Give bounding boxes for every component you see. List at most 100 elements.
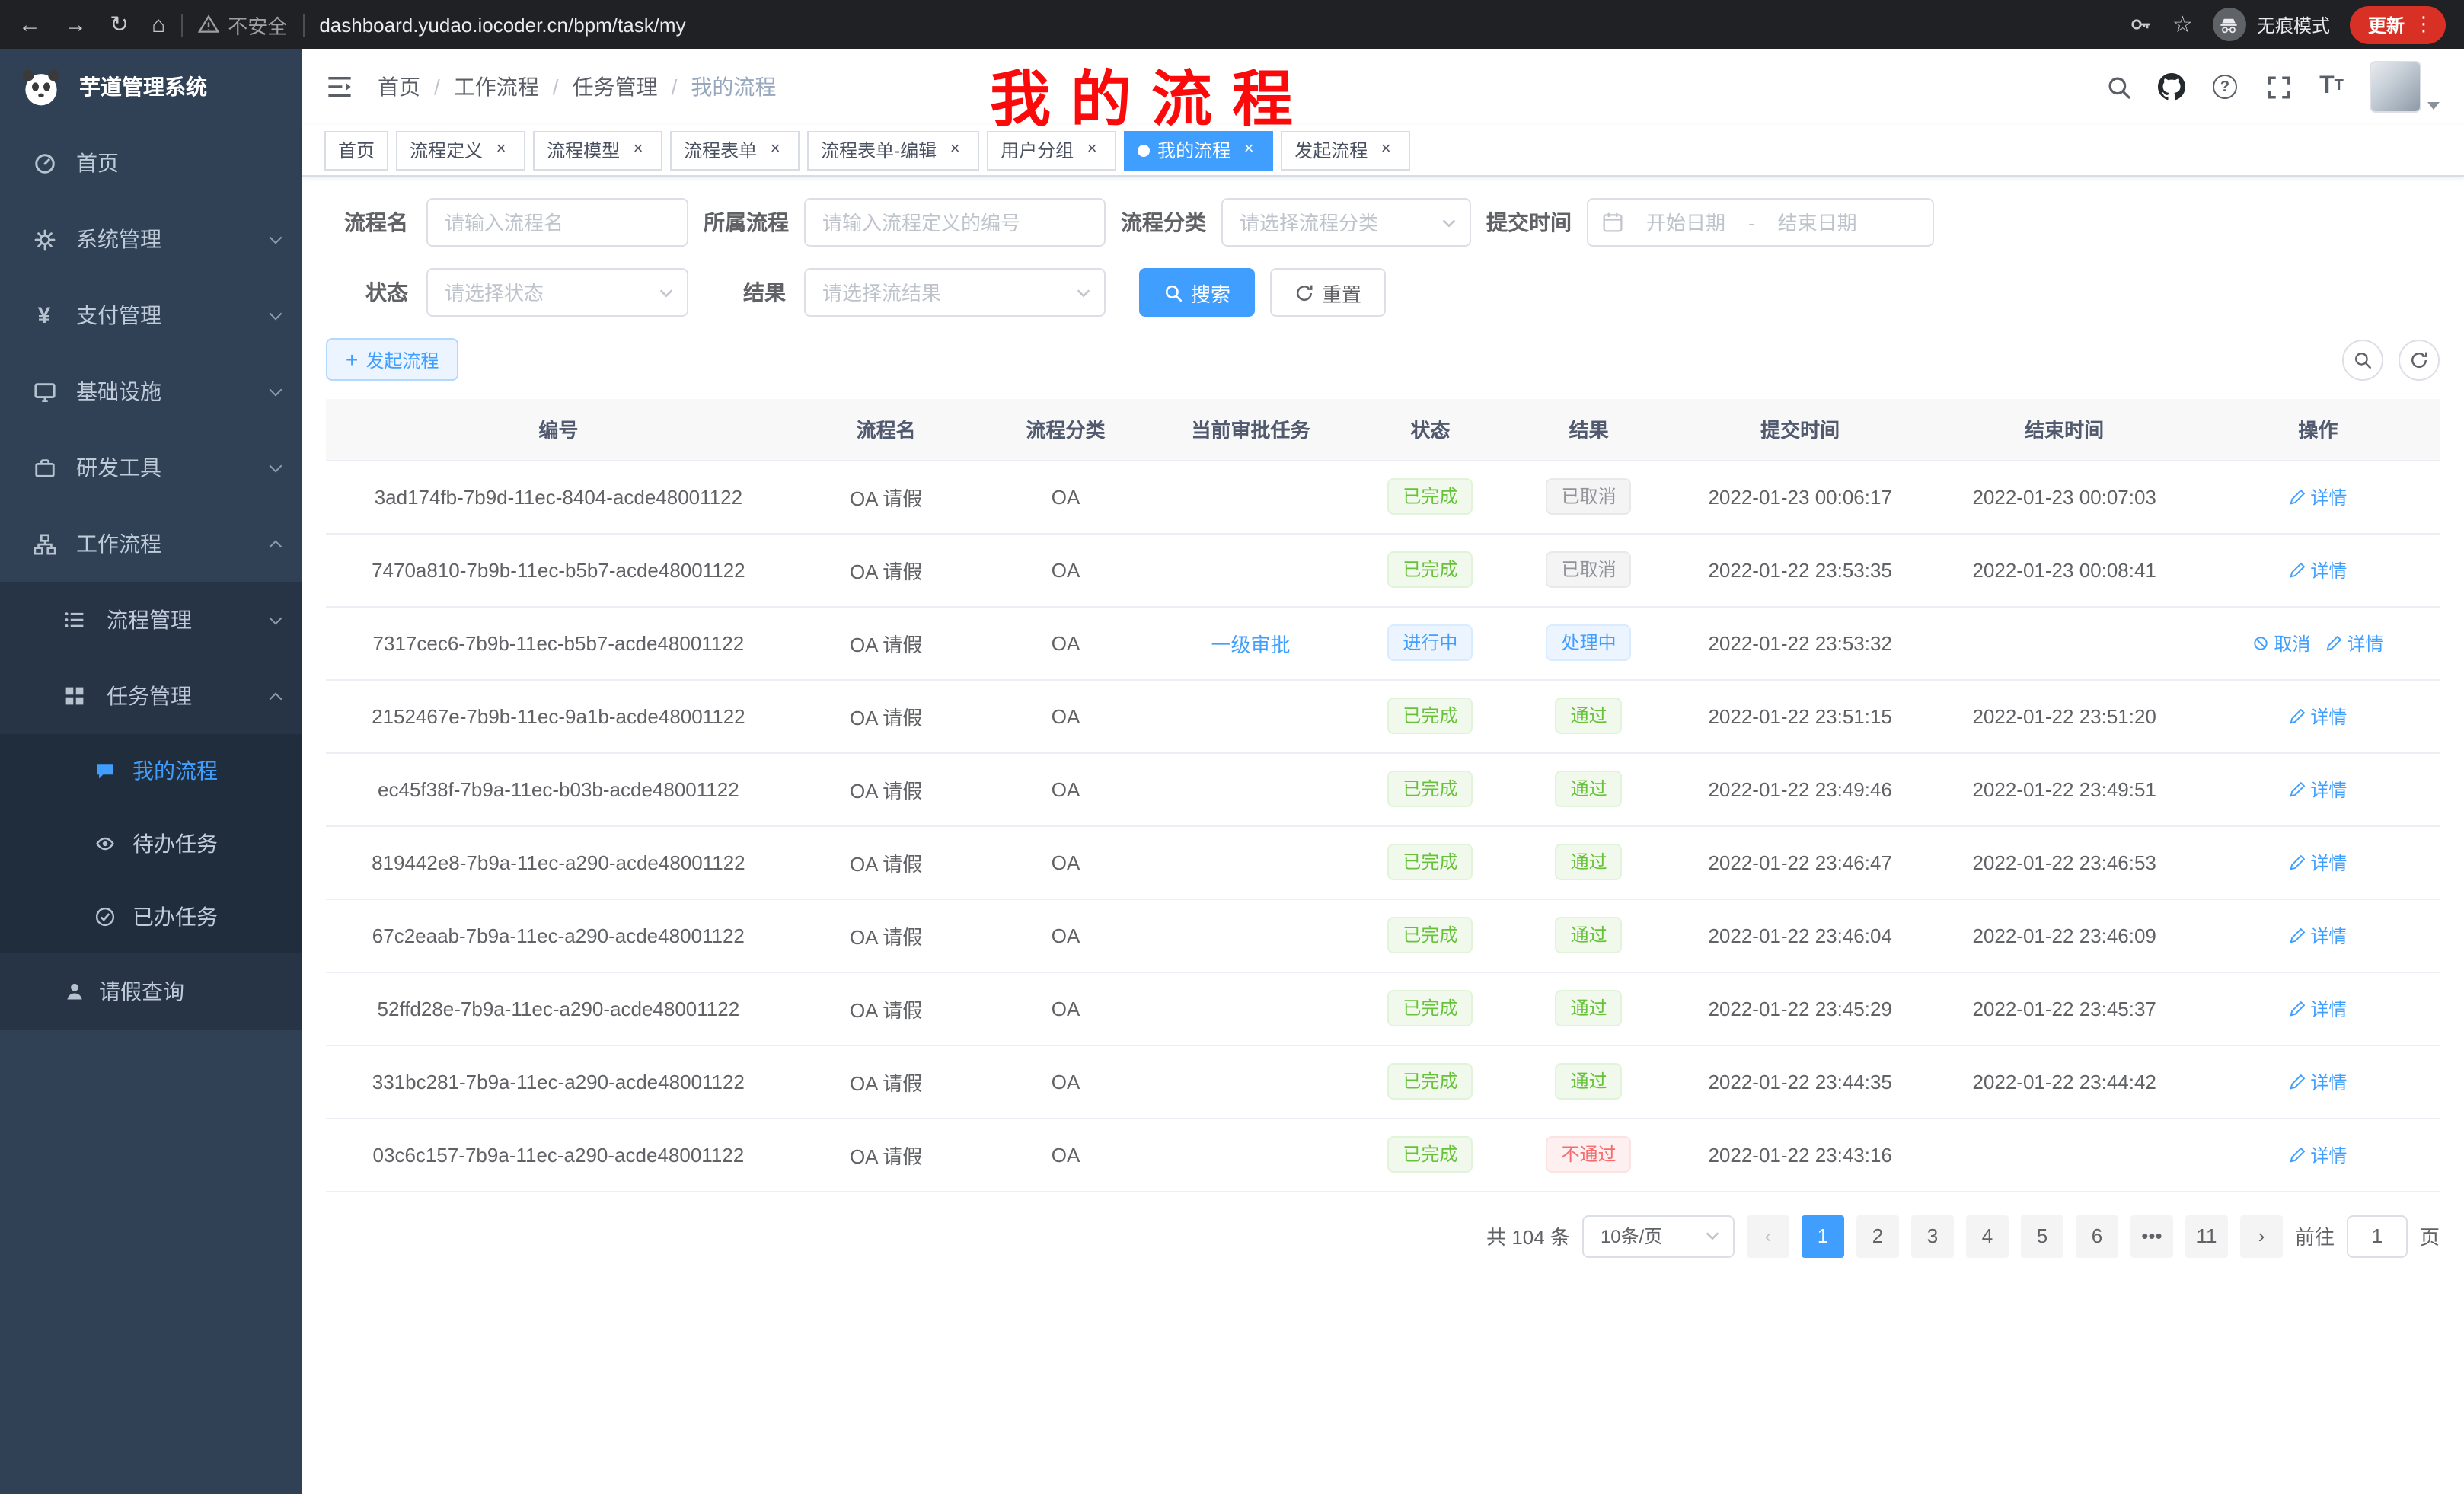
help-icon[interactable]: ? [2210, 72, 2240, 102]
avatar[interactable] [2370, 61, 2421, 113]
eye-icon [91, 833, 119, 854]
reload-icon[interactable]: ↻ [110, 13, 129, 36]
sidebar-item-label: 我的流程 [132, 755, 218, 786]
next-page-button[interactable]: › [2240, 1215, 2283, 1257]
detail-link[interactable]: 详情 [2289, 1068, 2347, 1094]
page-button-2[interactable]: 2 [1856, 1215, 1899, 1257]
close-icon[interactable]: × [1238, 139, 1259, 161]
address-bar[interactable]: dashboard.yudao.iocoder.cn/bpm/task/my [319, 13, 685, 36]
cell-id: 03c6c157-7b9a-11ec-a290-acde48001122 [326, 1118, 791, 1191]
incognito-label: 无痕模式 [2257, 11, 2330, 37]
user-menu[interactable] [2370, 61, 2440, 113]
app-logo[interactable]: 芋道管理系统 [0, 49, 302, 125]
detail-link[interactable]: 详情 [2325, 630, 2383, 656]
breadcrumb-task-management[interactable]: 任务管理 [539, 72, 658, 102]
active-tab-dot [1138, 144, 1150, 156]
sidebar-item-infrastructure[interactable]: 基础设施 [0, 353, 302, 429]
security-indicator[interactable]: 不安全 [197, 10, 287, 39]
password-key-icon[interactable] [2128, 12, 2153, 37]
bookmark-star-icon[interactable]: ☆ [2172, 11, 2193, 38]
hide-search-button[interactable] [2342, 339, 2383, 380]
browser-chrome: ← → ↻ ⌂ 不安全 dashboard.yudao.iocoder.cn/b… [0, 0, 2464, 49]
sidebar-item-leave-query[interactable]: 请假查询 [0, 953, 302, 1030]
sidebar-item-system-management[interactable]: 系统管理 [0, 201, 302, 277]
detail-link[interactable]: 详情 [2289, 703, 2347, 729]
table-row: 331bc281-7b9a-11ec-a290-acde48001122 OA … [326, 1045, 2440, 1118]
forward-icon[interactable]: → [64, 13, 87, 36]
end-date-input[interactable] [1760, 211, 1875, 234]
sidebar-item-payment-management[interactable]: ¥ 支付管理 [0, 277, 302, 353]
detail-link[interactable]: 详情 [2289, 776, 2347, 802]
process-definition-input[interactable] [804, 198, 1106, 247]
reset-button[interactable]: 重置 [1270, 268, 1386, 317]
tab-process-form-edit[interactable]: 流程表单-编辑× [807, 130, 979, 170]
cell-category: OA [981, 752, 1151, 825]
detail-link[interactable]: 详情 [2289, 922, 2347, 948]
cancel-link[interactable]: 取消 [2252, 630, 2310, 656]
start-process-button[interactable]: + 发起流程 [326, 338, 458, 381]
search-icon[interactable] [2103, 72, 2134, 102]
status-select[interactable] [426, 268, 688, 317]
cell-actions: 详情 [2197, 460, 2440, 533]
home-nav-icon[interactable]: ⌂ [152, 13, 165, 36]
date-range-picker[interactable]: - [1587, 198, 1934, 247]
refresh-table-button[interactable] [2399, 339, 2440, 380]
status-label: 状态 [326, 277, 426, 308]
page-size-select[interactable] [1582, 1215, 1735, 1257]
close-icon[interactable]: × [627, 139, 649, 161]
prev-page-button[interactable]: ‹ [1747, 1215, 1789, 1257]
detail-link[interactable]: 详情 [2289, 1141, 2347, 1167]
page-button-1[interactable]: 1 [1802, 1215, 1844, 1257]
sidebar-item-todo-tasks[interactable]: 待办任务 [0, 807, 302, 880]
goto-page-input[interactable] [2347, 1215, 2408, 1257]
close-icon[interactable]: × [1081, 139, 1103, 161]
sidebar-item-done-tasks[interactable]: 已办任务 [0, 880, 302, 953]
breadcrumb-home[interactable]: 首页 [378, 72, 420, 102]
cell-id: 3ad174fb-7b9d-11ec-8404-acde48001122 [326, 460, 791, 533]
tab-process-form[interactable]: 流程表单× [670, 130, 800, 170]
page-button-5[interactable]: 5 [2021, 1215, 2063, 1257]
result-select[interactable] [804, 268, 1106, 317]
sidebar-fold-icon[interactable] [326, 73, 353, 101]
category-select[interactable] [1221, 198, 1471, 247]
detail-link[interactable]: 详情 [2289, 484, 2347, 509]
github-icon[interactable] [2156, 72, 2187, 102]
annotation-overlay: 我的流程 [990, 50, 1313, 139]
sidebar-item-my-process[interactable]: 我的流程 [0, 734, 302, 807]
start-date-input[interactable] [1628, 211, 1744, 234]
tab-process-model[interactable]: 流程模型× [533, 130, 662, 170]
more-pages-button[interactable]: ••• [2130, 1215, 2173, 1257]
tab-home[interactable]: 首页 [324, 130, 388, 170]
breadcrumb-workflow[interactable]: 工作流程 [420, 72, 539, 102]
cell-name: OA 请假 [791, 972, 981, 1045]
browser-update-button[interactable]: 更新 ⋮ [2350, 5, 2446, 43]
sidebar-item-task-management[interactable]: 任务管理 [0, 658, 302, 734]
cell-category: OA [981, 606, 1151, 679]
status-tag: 已完成 [1387, 551, 1473, 588]
page-button-3[interactable]: 3 [1911, 1215, 1954, 1257]
search-button[interactable]: 搜索 [1139, 268, 1255, 317]
process-name-input[interactable] [426, 198, 688, 247]
fullscreen-icon[interactable] [2263, 72, 2293, 102]
detail-link[interactable]: 详情 [2289, 995, 2347, 1021]
close-icon[interactable]: × [944, 139, 965, 161]
current-task-link[interactable]: 一级审批 [1211, 633, 1290, 656]
sidebar-item-home[interactable]: 首页 [0, 125, 302, 201]
goto-label: 前往 [2295, 1221, 2335, 1250]
back-icon[interactable]: ← [18, 13, 41, 36]
close-icon[interactable]: × [490, 139, 512, 161]
sidebar-item-dev-tools[interactable]: 研发工具 [0, 429, 302, 506]
cell-current-task [1151, 1118, 1352, 1191]
page-button-11[interactable]: 11 [2185, 1215, 2228, 1257]
page-button-4[interactable]: 4 [1966, 1215, 2009, 1257]
browser-menu-icon[interactable]: ⋮ [2414, 12, 2434, 37]
page-button-6[interactable]: 6 [2076, 1215, 2118, 1257]
sidebar-item-workflow[interactable]: 工作流程 [0, 506, 302, 582]
tab-process-definition[interactable]: 流程定义× [396, 130, 525, 170]
sidebar-item-process-management[interactable]: 流程管理 [0, 582, 302, 658]
detail-link[interactable]: 详情 [2289, 557, 2347, 583]
close-icon[interactable]: × [764, 139, 786, 161]
close-icon[interactable]: × [1375, 139, 1396, 161]
detail-link[interactable]: 详情 [2289, 849, 2347, 875]
font-size-icon[interactable]: TT [2316, 72, 2347, 102]
